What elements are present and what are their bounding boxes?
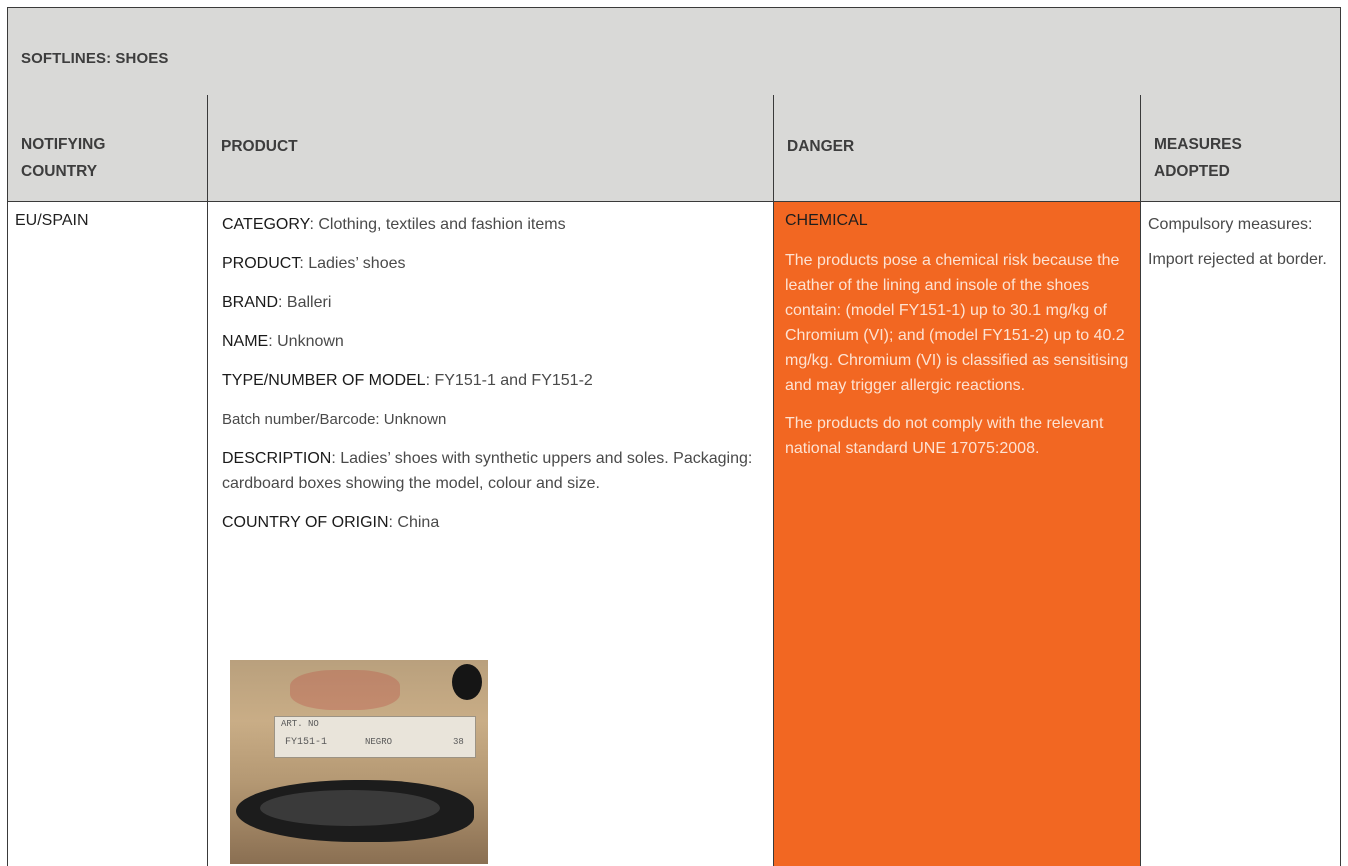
- section-title: SOFTLINES: SHOES: [21, 50, 169, 67]
- country-value: EU/SPAIN: [15, 212, 89, 229]
- cell-measures: Compulsory measures: Import rejected at …: [1140, 202, 1341, 866]
- product-photo: ART. NO FY151-1 NEGRO 38: [230, 660, 488, 864]
- cell-danger: CHEMICAL The products pose a chemical ri…: [773, 202, 1141, 866]
- product-category: CATEGORY: Clothing, textiles and fashion…: [222, 216, 566, 233]
- danger-compliance: The products do not comply with the rele…: [785, 415, 1104, 457]
- product-origin: COUNTRY OF ORIGIN: China: [222, 514, 440, 531]
- danger-type: CHEMICAL: [785, 212, 868, 229]
- cell-product: CATEGORY: Clothing, textiles and fashion…: [207, 202, 774, 866]
- notification-table: SOFTLINES: SHOES NOTIFYING COUNTRY PRODU…: [7, 7, 1341, 866]
- box-label: ART. NO FY151-1 NEGRO 38: [274, 716, 476, 758]
- product-model-number: TYPE/NUMBER OF MODEL: FY151-1 and FY151-…: [222, 372, 593, 389]
- header-danger: DANGER: [773, 95, 1141, 202]
- product-description: DESCRIPTION: Ladies’ shoes with syntheti…: [222, 450, 753, 492]
- section-header: SOFTLINES: SHOES: [7, 7, 1341, 96]
- measures-action: Import rejected at border.: [1148, 251, 1327, 268]
- cell-notifying-country: EU/SPAIN: [7, 202, 208, 866]
- product-brand: BRAND: Balleri: [222, 294, 332, 311]
- product-model-name: NAME: Unknown: [222, 333, 344, 350]
- header-product: PRODUCT: [207, 95, 774, 202]
- danger-description: The products pose a chemical risk becaus…: [785, 252, 1129, 394]
- header-measures-adopted: MEASURES ADOPTED: [1140, 95, 1341, 202]
- header-notifying-country: NOTIFYING COUNTRY: [7, 95, 208, 202]
- product-batch: Batch number/Barcode: Unknown: [222, 411, 447, 428]
- measures-type: Compulsory measures:: [1148, 216, 1313, 233]
- product-name: PRODUCT: Ladies’ shoes: [222, 255, 406, 272]
